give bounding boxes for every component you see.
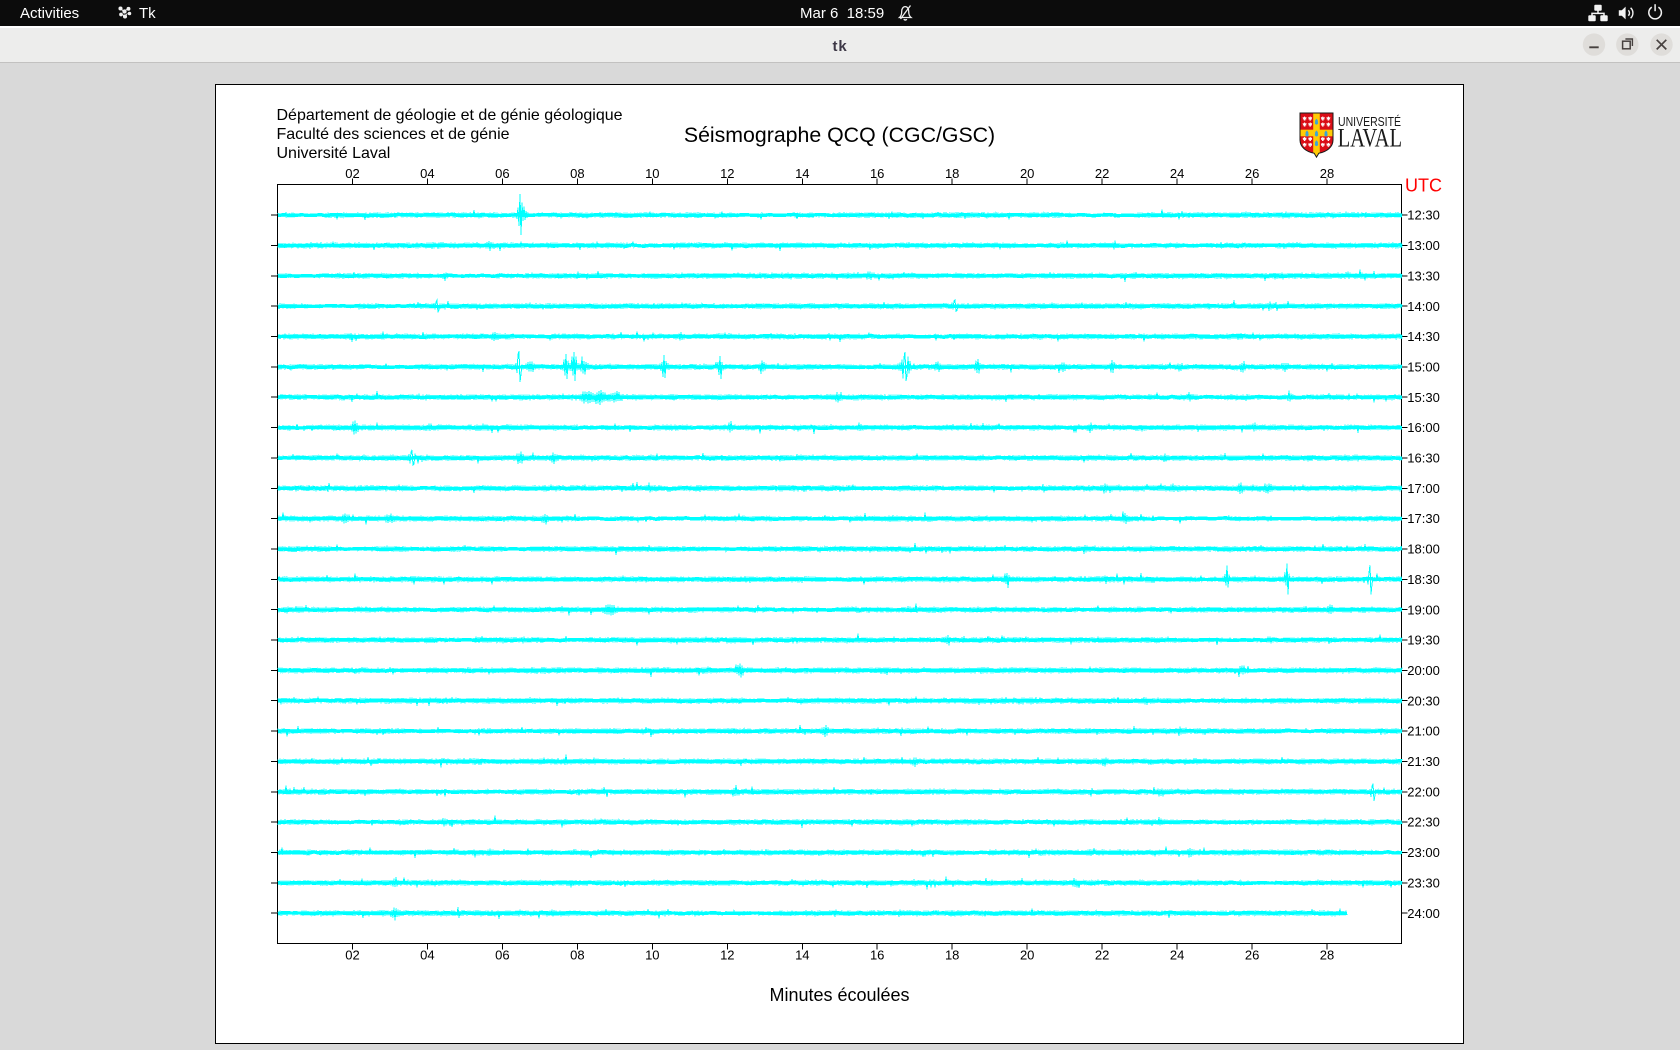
svg-text:24: 24: [1170, 166, 1184, 181]
svg-text:14: 14: [795, 948, 809, 963]
svg-text:02: 02: [345, 166, 359, 181]
svg-text:13:30: 13:30: [1407, 268, 1440, 283]
svg-text:08: 08: [570, 948, 584, 963]
svg-text:18:00: 18:00: [1407, 542, 1440, 557]
svg-text:19:30: 19:30: [1407, 633, 1440, 648]
svg-text:20: 20: [1020, 948, 1034, 963]
svg-text:08: 08: [570, 166, 584, 181]
svg-text:22: 22: [1095, 948, 1109, 963]
svg-text:17:30: 17:30: [1407, 511, 1440, 526]
svg-text:06: 06: [495, 166, 509, 181]
svg-text:18: 18: [945, 166, 959, 181]
svg-text:22:30: 22:30: [1407, 815, 1440, 830]
svg-text:16:30: 16:30: [1407, 451, 1440, 466]
svg-text:20:30: 20:30: [1407, 693, 1440, 708]
svg-text:13:00: 13:00: [1407, 238, 1440, 253]
svg-text:16:00: 16:00: [1407, 420, 1440, 435]
svg-text:21:00: 21:00: [1407, 724, 1440, 739]
svg-text:20: 20: [1020, 166, 1034, 181]
svg-text:04: 04: [420, 948, 434, 963]
svg-text:14:30: 14:30: [1407, 329, 1440, 344]
svg-text:14:00: 14:00: [1407, 299, 1440, 314]
svg-text:14: 14: [795, 166, 809, 181]
svg-text:21:30: 21:30: [1407, 754, 1440, 769]
svg-text:06: 06: [495, 948, 509, 963]
svg-text:23:30: 23:30: [1407, 875, 1440, 890]
svg-text:23:00: 23:00: [1407, 845, 1440, 860]
svg-text:15:30: 15:30: [1407, 390, 1440, 405]
svg-text:26: 26: [1245, 948, 1259, 963]
svg-text:28: 28: [1320, 166, 1334, 181]
svg-text:12: 12: [720, 166, 734, 181]
svg-text:22:00: 22:00: [1407, 784, 1440, 799]
svg-text:20:00: 20:00: [1407, 663, 1440, 678]
svg-text:26: 26: [1245, 166, 1259, 181]
svg-text:02: 02: [345, 948, 359, 963]
svg-text:16: 16: [870, 166, 884, 181]
svg-text:UTC: UTC: [1405, 176, 1442, 196]
svg-text:04: 04: [420, 166, 434, 181]
svg-text:12:30: 12:30: [1407, 208, 1440, 223]
svg-text:17:00: 17:00: [1407, 481, 1440, 496]
svg-text:18:30: 18:30: [1407, 572, 1440, 587]
svg-text:24: 24: [1170, 948, 1184, 963]
svg-text:24:00: 24:00: [1407, 906, 1440, 921]
svg-text:22: 22: [1095, 166, 1109, 181]
svg-text:10: 10: [645, 166, 659, 181]
svg-text:10: 10: [645, 948, 659, 963]
svg-text:12: 12: [720, 948, 734, 963]
svg-text:15:00: 15:00: [1407, 360, 1440, 375]
svg-text:28: 28: [1320, 948, 1334, 963]
svg-text:19:00: 19:00: [1407, 602, 1440, 617]
svg-text:16: 16: [870, 948, 884, 963]
svg-text:18: 18: [945, 948, 959, 963]
